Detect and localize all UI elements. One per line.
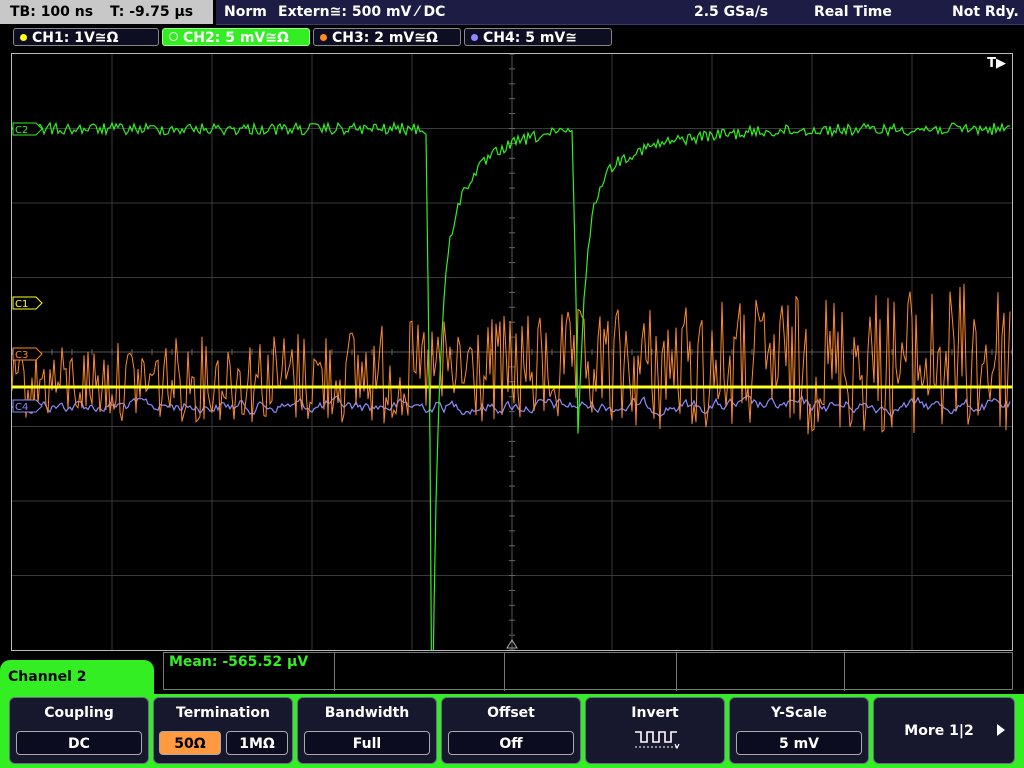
marker-label: C2 — [15, 125, 28, 136]
yscale-value[interactable]: 5 mV — [736, 731, 862, 755]
tab-ch1[interactable]: CH1: 1V≅Ω — [13, 28, 159, 46]
ch2-color-dot — [169, 32, 178, 41]
measurement-cell[interactable] — [844, 653, 845, 691]
ch1-color-dot — [20, 34, 27, 41]
measurement-cell[interactable] — [676, 653, 677, 691]
trigger-source: Extern≅: 500 mV ⁄ DC — [278, 4, 446, 20]
sample-rate: 2.5 GSa/s — [694, 4, 769, 20]
top-status-bar: TB: 100 ns T: -9.75 µs Norm Extern≅: 500… — [0, 0, 1024, 26]
coupling-softkey[interactable]: Coupling DC — [9, 697, 149, 764]
coupling-label: Coupling — [44, 705, 114, 721]
channel-offset-marker[interactable]: C4 — [12, 399, 43, 413]
acquisition-status-bar[interactable]: Norm Extern≅: 500 mV ⁄ DC 2.5 GSa/s Real… — [216, 0, 1024, 25]
waveform-grid[interactable]: C2 C1 C3 C4 T▶ — [11, 53, 1013, 651]
mean-measurement: Mean: -565.52 µV — [169, 654, 309, 670]
termination-softkey[interactable]: Termination 50Ω 1MΩ — [153, 697, 293, 764]
offset-softkey[interactable]: Offset Off — [441, 697, 581, 764]
channel-offset-marker[interactable]: C3 — [12, 347, 43, 361]
channel-offset-marker[interactable]: C1 — [12, 296, 43, 310]
trigger-mode: Norm — [224, 4, 267, 20]
termination-1mohm-option[interactable]: 1MΩ — [226, 731, 288, 755]
bandwidth-value[interactable]: Full — [304, 731, 430, 755]
ch2-label: CH2: 5 mV≅Ω — [183, 30, 289, 46]
termination-label: Termination — [176, 705, 270, 721]
offset-value[interactable]: Off — [448, 731, 574, 755]
marker-label: C3 — [15, 350, 28, 361]
timebase-box[interactable]: TB: 100 ns T: -9.75 µs — [0, 0, 213, 24]
marker-label: C4 — [15, 402, 28, 413]
trigger-position-marker[interactable]: T▶ — [987, 56, 1006, 71]
waveform-display: C2 C1 C3 C4 — [12, 54, 1012, 650]
timebase-value: TB: 100 ns — [10, 4, 94, 20]
ch3-color-dot — [320, 34, 327, 41]
tab-ch2[interactable]: CH2: 5 mV≅Ω — [162, 28, 310, 46]
acquisition-mode: Real Time — [814, 4, 892, 20]
ch4-color-dot — [471, 34, 478, 41]
offset-label: Offset — [487, 705, 535, 721]
play-arrow-icon — [997, 724, 1005, 736]
trigger-time-value: T: -9.75 µs — [109, 4, 194, 20]
bandwidth-label: Bandwidth — [324, 705, 410, 721]
measurement-cell[interactable] — [334, 653, 335, 691]
ch1-label: CH1: 1V≅Ω — [32, 30, 119, 46]
measurement-bar[interactable]: Mean: -565.52 µV — [163, 652, 1013, 691]
channel-offset-marker[interactable]: C2 — [12, 122, 43, 136]
run-status: Not Rdy. — [952, 4, 1019, 20]
more-softkey[interactable]: More 1|2 — [873, 697, 1015, 764]
ch3-label: CH3: 2 mV≅Ω — [332, 30, 438, 46]
more-label: More 1|2 — [904, 723, 974, 739]
yscale-softkey[interactable]: Y-Scale 5 mV — [729, 697, 869, 764]
marker-label: C1 — [15, 299, 28, 310]
tab-ch4[interactable]: CH4: 5 mV≅ — [464, 28, 612, 46]
invert-softkey[interactable]: Invert — [585, 697, 725, 764]
invert-label: Invert — [631, 705, 679, 721]
ch4-label: CH4: 5 mV≅ — [483, 30, 577, 46]
menu-title: Channel 2 — [8, 669, 87, 685]
invert-pulse-icon — [635, 731, 680, 750]
measurement-cell[interactable] — [504, 653, 505, 691]
yscale-label: Y-Scale — [770, 705, 827, 721]
tab-ch3[interactable]: CH3: 2 mV≅Ω — [313, 28, 461, 46]
coupling-value[interactable]: DC — [16, 731, 142, 755]
termination-50ohm-option[interactable]: 50Ω — [159, 731, 221, 755]
bandwidth-softkey[interactable]: Bandwidth Full — [297, 697, 437, 764]
